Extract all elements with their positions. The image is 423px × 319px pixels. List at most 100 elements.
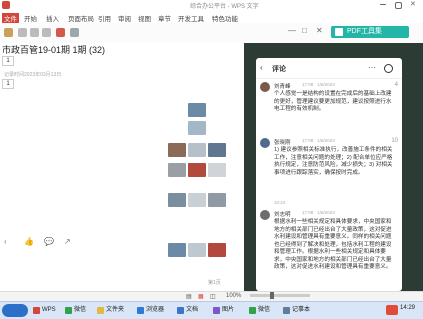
panel-minimize-icon[interactable]: —: [288, 26, 296, 35]
panel-maximize-icon[interactable]: □: [302, 26, 307, 35]
taskbar-item[interactable]: 文档: [176, 305, 198, 316]
print-layout-icon[interactable]: ▤: [186, 293, 192, 300]
like-count[interactable]: 10: [391, 138, 398, 144]
gallery-thumb[interactable]: [188, 121, 206, 135]
gallery-thumb[interactable]: [188, 193, 206, 207]
web-layout-icon[interactable]: ▦: [198, 293, 204, 300]
maximize-icon[interactable]: [395, 2, 402, 9]
more-icon[interactable]: ⋯: [368, 63, 376, 72]
comment-meta: 17:08 · 1/6/2023: [302, 138, 335, 143]
menu-view[interactable]: 视图: [138, 13, 151, 23]
italic-icon[interactable]: [30, 28, 39, 37]
gallery-thumb[interactable]: [208, 193, 226, 207]
tray-wps-icon[interactable]: [386, 305, 398, 315]
taskbar-label: 文件夹: [106, 307, 125, 313]
app-icon: [213, 307, 220, 314]
taskbar-item[interactable]: 记事本: [282, 305, 310, 316]
comment-header: ‹ 评论 ⋯: [256, 58, 402, 79]
image-gallery: [160, 103, 230, 273]
record-icon[interactable]: [384, 64, 393, 73]
prev-page-icon[interactable]: ‹: [4, 237, 7, 246]
bold-icon[interactable]: [18, 28, 27, 37]
menu-file[interactable]: 文件: [2, 13, 19, 23]
page-footer: 第1页: [208, 280, 221, 286]
row2-label: 1: [6, 81, 10, 87]
menu-references[interactable]: 引用: [98, 13, 111, 23]
comment-item: 刘青峰 17:08 · 1/6/2023 4 个人感觉一是结构的设置在完成后的基…: [260, 82, 400, 142]
taskbar-label: 微信: [258, 307, 271, 313]
avatar[interactable]: [260, 138, 270, 148]
gallery-thumb[interactable]: [168, 243, 186, 257]
taskbar-label: 图片: [222, 307, 235, 313]
gallery-thumb[interactable]: [188, 163, 206, 177]
app-icon: [33, 307, 40, 314]
gallery-thumb[interactable]: [208, 163, 226, 177]
avatar[interactable]: [260, 210, 270, 220]
start-button[interactable]: [2, 304, 28, 317]
comment-panel: ‹ 评论 ⋯ 刘青峰 17:08 · 1/6/2023 4 个人感觉一是结构的设…: [256, 58, 402, 291]
share-icon[interactable]: ↗: [64, 237, 71, 246]
menu-insert[interactable]: 插入: [46, 13, 59, 23]
gallery-thumb[interactable]: [168, 193, 186, 207]
taskbar-label: 记事本: [292, 307, 311, 313]
underline-icon[interactable]: [42, 28, 51, 37]
zoom-slider[interactable]: [250, 292, 310, 299]
taskbar-item[interactable]: WPS: [32, 305, 56, 316]
taskbar-item[interactable]: 微信: [64, 305, 86, 316]
pdf-tools-label: PDF工具集: [347, 28, 382, 35]
taskbar-item[interactable]: 浏览器: [136, 305, 164, 316]
menu-layout[interactable]: 页面布局: [68, 13, 94, 23]
pdf-tools-button[interactable]: PDF工具集: [331, 26, 409, 38]
app-icon: [177, 307, 184, 314]
commenter-name[interactable]: 刘志明: [274, 210, 291, 218]
menu-chapter[interactable]: 章节: [158, 13, 171, 23]
zoom-knob[interactable]: [270, 292, 274, 299]
menu-review[interactable]: 审阅: [118, 13, 131, 23]
gallery-thumb[interactable]: [188, 143, 206, 157]
commenter-name[interactable]: 张晓刚: [274, 138, 291, 146]
app-icon: [137, 307, 144, 314]
comment-body: 根据水利一些相关规定和具体要求，中央国家和地方的相关部门已经出台了大量政策，这对…: [274, 219, 392, 270]
taskbar-label: WPS: [42, 307, 56, 313]
gallery-thumb[interactable]: [168, 143, 186, 157]
taskbar-label: 文档: [186, 307, 199, 313]
menu-developer[interactable]: 开发工具: [178, 13, 204, 23]
read-mode-icon[interactable]: ◫: [210, 293, 216, 300]
app-icon: [249, 307, 256, 314]
comment-meta: 17:08 · 1/6/2023: [302, 210, 335, 215]
comment-header-title: 评论: [272, 66, 286, 73]
taskbar-item[interactable]: 微信: [248, 305, 270, 316]
gallery-thumb[interactable]: [188, 243, 206, 257]
minimize-icon[interactable]: [380, 4, 386, 5]
gallery-thumb[interactable]: [168, 163, 186, 177]
paste-icon[interactable]: [4, 28, 13, 37]
pdf-icon: [335, 28, 343, 36]
clock: 14:29: [400, 305, 416, 311]
avatar[interactable]: [260, 82, 270, 92]
comment-icon[interactable]: 💬: [44, 237, 54, 246]
back-arrow-icon[interactable]: ‹: [260, 63, 263, 72]
font-color-icon[interactable]: [56, 28, 65, 37]
row2-box[interactable]: 1: [2, 79, 14, 89]
menu-features[interactable]: 特色功能: [212, 13, 238, 23]
taskbar-label: 微信: [74, 307, 87, 313]
row1-box[interactable]: 1: [2, 56, 14, 66]
comment-body: 个人感觉一是结构的设置在完成后的基础上改建的更好，管理建议要更加规范，建议按照进…: [274, 91, 392, 112]
document-page[interactable]: 市政百管19-01期 1期 (32) 1 记录时间2023年03月13日 1 ‹…: [0, 43, 245, 291]
commenter-name[interactable]: 刘青峰: [274, 82, 291, 90]
comment-meta: 17:08 · 1/6/2023: [302, 82, 335, 87]
taskbar-item[interactable]: 文件夹: [96, 305, 124, 316]
gallery-thumb[interactable]: [188, 103, 206, 117]
like-count[interactable]: 4: [395, 82, 398, 88]
menu-home[interactable]: 开始: [24, 13, 37, 23]
gallery-thumb[interactable]: [208, 243, 226, 257]
thumbs-up-icon[interactable]: 👍: [24, 237, 34, 246]
panel-close-icon[interactable]: ✕: [316, 26, 323, 35]
window-title: 综合办公平台 - WPS 文字: [190, 4, 259, 10]
app-icon: [97, 307, 104, 314]
taskbar-item[interactable]: 图片: [212, 305, 234, 316]
gallery-thumb[interactable]: [208, 143, 226, 157]
comment-body: 1) 建议参照相关标准执行，改善施工条件的相关工作，注意相关问题的处理；2) 配…: [274, 147, 393, 176]
close-icon[interactable]: ✕: [410, 1, 418, 9]
align-icon[interactable]: [70, 28, 79, 37]
